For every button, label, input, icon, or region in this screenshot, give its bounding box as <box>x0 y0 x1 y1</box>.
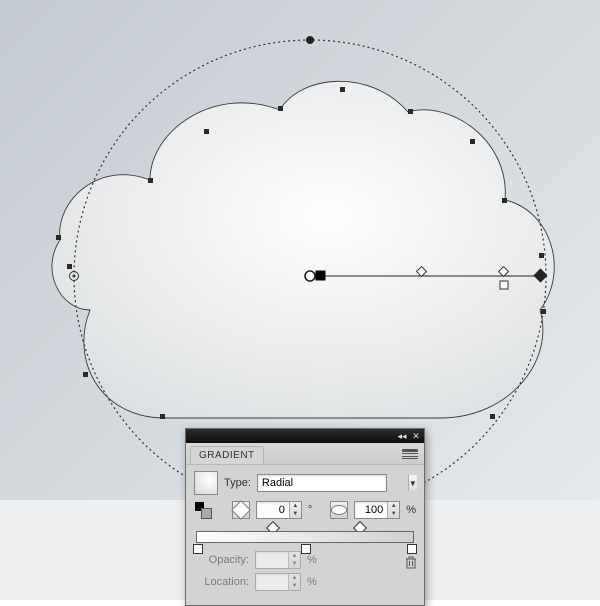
gradient-extent-top-handle[interactable] <box>306 36 314 44</box>
tab-gradient[interactable]: GRADIENT <box>190 446 264 464</box>
panel-tabbar: GRADIENT <box>186 443 424 465</box>
panel-menu-icon[interactable] <box>402 448 418 460</box>
angle-stepper[interactable]: ▲▼ <box>289 502 301 518</box>
collapse-icon[interactable]: ◂◂ <box>396 431 408 441</box>
type-input[interactable] <box>258 475 408 491</box>
stop-controls: Opacity: ▲▼ % Location: ▲▼ % <box>194 551 416 591</box>
gradient-slider[interactable] <box>196 531 414 543</box>
chevron-down-icon[interactable]: ▼ <box>408 475 417 491</box>
gradient-extent-left-dot <box>73 275 76 278</box>
panel-header: ◂◂ ✕ <box>186 429 424 443</box>
panel-body: Type: ▼ ▲▼ ° ▲▼ % <box>186 465 424 605</box>
type-select[interactable]: ▼ <box>257 474 387 492</box>
aspect-field[interactable]: ▲▼ <box>354 501 400 519</box>
angle-icon <box>232 501 250 519</box>
cloud-shape[interactable] <box>52 81 554 418</box>
aspect-stepper[interactable]: ▲▼ <box>387 502 399 518</box>
aspect-ratio-icon <box>330 501 348 519</box>
type-label: Type: <box>224 477 251 489</box>
annotator-bottom-stop[interactable] <box>500 281 508 289</box>
location-field: ▲▼ <box>255 573 301 591</box>
gradient-swatch[interactable] <box>194 471 218 495</box>
annotator-start-stop[interactable] <box>316 271 325 280</box>
angle-field[interactable]: ▲▼ <box>256 501 302 519</box>
close-icon[interactable]: ✕ <box>410 431 422 441</box>
opacity-unit: % <box>307 554 317 566</box>
angle-unit: ° <box>308 504 312 516</box>
location-input <box>256 574 288 590</box>
location-unit: % <box>307 576 317 588</box>
opacity-label: Opacity: <box>194 554 249 566</box>
gradient-panel: ◂◂ ✕ GRADIENT Type: ▼ ▲▼ ° <box>185 428 425 606</box>
opacity-field: ▲▼ <box>255 551 301 569</box>
angle-input[interactable] <box>257 502 289 518</box>
aspect-input[interactable] <box>355 502 387 518</box>
opacity-input <box>256 552 288 568</box>
reverse-gradient-icon[interactable] <box>194 501 212 519</box>
location-label: Location: <box>194 576 249 588</box>
gradient-ramp[interactable] <box>196 531 414 543</box>
annotator-origin[interactable] <box>305 271 315 281</box>
aspect-unit: % <box>406 504 416 516</box>
